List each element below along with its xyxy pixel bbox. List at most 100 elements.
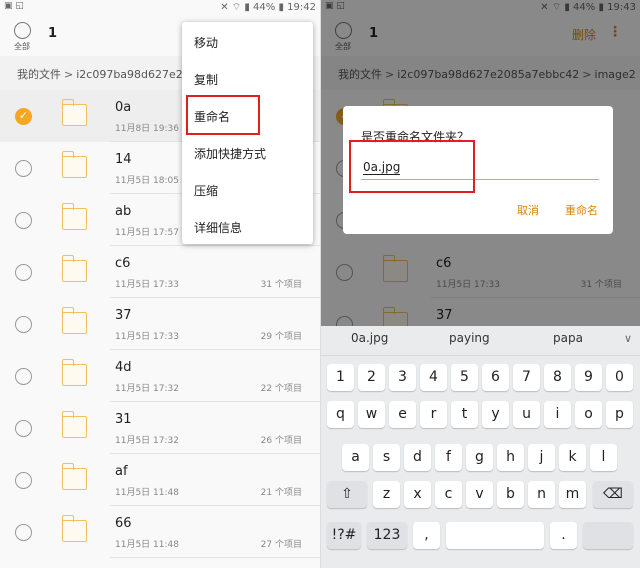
key-y[interactable]: y — [482, 401, 509, 428]
key-r[interactable]: r — [420, 401, 447, 428]
highlight-input-box — [349, 140, 475, 193]
key-numbers[interactable]: 123 — [367, 522, 407, 549]
key-w[interactable]: w — [358, 401, 385, 428]
folder-icon — [61, 151, 87, 178]
selected-count: 1 — [48, 26, 58, 41]
key-symbols[interactable]: !?# — [327, 522, 361, 549]
key-3[interactable]: 3 — [389, 364, 416, 391]
key-b[interactable]: b — [497, 481, 524, 508]
key-c[interactable]: c — [435, 481, 462, 508]
key-2[interactable]: 2 — [358, 364, 385, 391]
row-checkbox[interactable] — [15, 472, 32, 489]
menu-item-move[interactable]: 移动 — [194, 34, 218, 51]
select-all-checkbox[interactable] — [14, 22, 31, 39]
key-a[interactable]: a — [342, 444, 369, 471]
status-bar: ▣ ◱ ✕ ⌔ ▮ 44% ▮ 19:42 — [0, 0, 320, 14]
shift-icon[interactable]: ⇧ — [327, 481, 367, 508]
key-x[interactable]: x — [404, 481, 431, 508]
list-item[interactable]: 66 11月5日 11:48 27 个项目 — [0, 506, 320, 558]
suggestion-item[interactable]: paying — [449, 331, 490, 345]
rename-button[interactable]: 重命名 — [565, 202, 598, 218]
list-item[interactable]: c6 11月5日 17:33 31 个项目 — [0, 246, 320, 298]
breadcrumb-item-my-files[interactable]: 我的文件 — [17, 68, 61, 81]
folder-name: 37 — [115, 308, 132, 323]
suggestion-item[interactable]: papa — [553, 331, 583, 345]
notification-icons: ▣ ◱ — [4, 1, 24, 11]
key-4[interactable]: 4 — [420, 364, 447, 391]
suggestion-item[interactable]: 0a.jpg — [351, 331, 388, 345]
key-g[interactable]: g — [466, 444, 493, 471]
key-i[interactable]: i — [544, 401, 571, 428]
folder-date: 11月5日 18:05 — [115, 176, 179, 186]
key-h[interactable]: h — [497, 444, 524, 471]
list-item[interactable]: 4d 11月5日 17:32 22 个项目 — [0, 350, 320, 402]
chevron-right-icon: > — [64, 68, 74, 81]
key-o[interactable]: o — [575, 401, 602, 428]
folder-date: 11月8日 19:36 — [115, 124, 179, 134]
key-t[interactable]: t — [451, 401, 478, 428]
key-m[interactable]: m — [559, 481, 586, 508]
folder-icon — [61, 203, 87, 230]
key-6[interactable]: 6 — [482, 364, 509, 391]
key-l[interactable]: l — [590, 444, 617, 471]
folder-item-count: 22 个项目 — [260, 384, 302, 394]
backspace-icon[interactable]: ⌫ — [593, 481, 633, 508]
key-v[interactable]: v — [466, 481, 493, 508]
folder-date: 11月5日 17:33 — [115, 280, 179, 290]
row-checkbox[interactable] — [15, 160, 32, 177]
row-checkbox[interactable] — [15, 212, 32, 229]
folder-item-count: 26 个项目 — [260, 436, 302, 446]
row-checkbox[interactable] — [15, 524, 32, 541]
enter-key[interactable] — [583, 522, 633, 549]
key-d[interactable]: d — [404, 444, 431, 471]
key-space[interactable] — [446, 522, 544, 549]
key-0[interactable]: 0 — [606, 364, 633, 391]
folder-name: af — [115, 464, 128, 479]
key-8[interactable]: 8 — [544, 364, 571, 391]
signal-icon: ✕ ⌔ ▮ — [220, 2, 254, 13]
key-z[interactable]: z — [373, 481, 400, 508]
key-p[interactable]: p — [606, 401, 633, 428]
right-screen: ▣ ◱ ✕ ⌔ ▮ 44% ▮ 19:43 全部 1 删除 ⋮ 我的文件 > i2c… — [320, 0, 640, 568]
folder-name: 66 — [115, 516, 132, 531]
key-5[interactable]: 5 — [451, 364, 478, 391]
cancel-button[interactable]: 取消 — [517, 202, 539, 218]
row-checkbox[interactable] — [15, 264, 32, 281]
folder-date: 11月5日 11:48 — [115, 540, 179, 550]
folder-item-count: 31 个项目 — [260, 280, 302, 290]
key-s[interactable]: s — [373, 444, 400, 471]
list-item[interactable]: 31 11月5日 17:32 26 个项目 — [0, 402, 320, 454]
list-item[interactable]: af 11月5日 11:48 21 个项目 — [0, 454, 320, 506]
key-period[interactable]: . — [550, 522, 577, 549]
key-comma[interactable]: , — [413, 522, 440, 549]
folder-icon — [61, 307, 87, 334]
menu-item-compress[interactable]: 压缩 — [194, 182, 218, 199]
menu-item-details[interactable]: 详细信息 — [194, 219, 242, 236]
folder-name: 31 — [115, 412, 132, 427]
folder-date: 11月5日 17:33 — [115, 332, 179, 342]
key-1[interactable]: 1 — [327, 364, 354, 391]
key-f[interactable]: f — [435, 444, 462, 471]
folder-date: 11月5日 17:32 — [115, 384, 179, 394]
select-all-label: 全部 — [14, 42, 30, 51]
key-k[interactable]: k — [559, 444, 586, 471]
row-checkbox[interactable] — [15, 420, 32, 437]
folder-icon — [61, 359, 87, 386]
menu-item-add-shortcut[interactable]: 添加快捷方式 — [194, 145, 266, 162]
key-q[interactable]: q — [327, 401, 354, 428]
key-j[interactable]: j — [528, 444, 555, 471]
key-9[interactable]: 9 — [575, 364, 602, 391]
key-n[interactable]: n — [528, 481, 555, 508]
row-checkbox[interactable] — [15, 316, 32, 333]
folder-icon — [61, 463, 87, 490]
key-u[interactable]: u — [513, 401, 540, 428]
key-e[interactable]: e — [389, 401, 416, 428]
row-checkbox[interactable] — [15, 368, 32, 385]
chevron-down-icon[interactable]: ∨ — [624, 332, 632, 345]
row-checkbox[interactable]: ✓ — [15, 108, 32, 125]
folder-icon — [61, 515, 87, 542]
key-7[interactable]: 7 — [513, 364, 540, 391]
menu-item-copy[interactable]: 复制 — [194, 71, 218, 88]
list-item[interactable]: 37 11月5日 17:33 29 个项目 — [0, 298, 320, 350]
left-screen: ▣ ◱ ✕ ⌔ ▮ 44% ▮ 19:42 全部 1 我的文件 > i2c097ba… — [0, 0, 320, 568]
